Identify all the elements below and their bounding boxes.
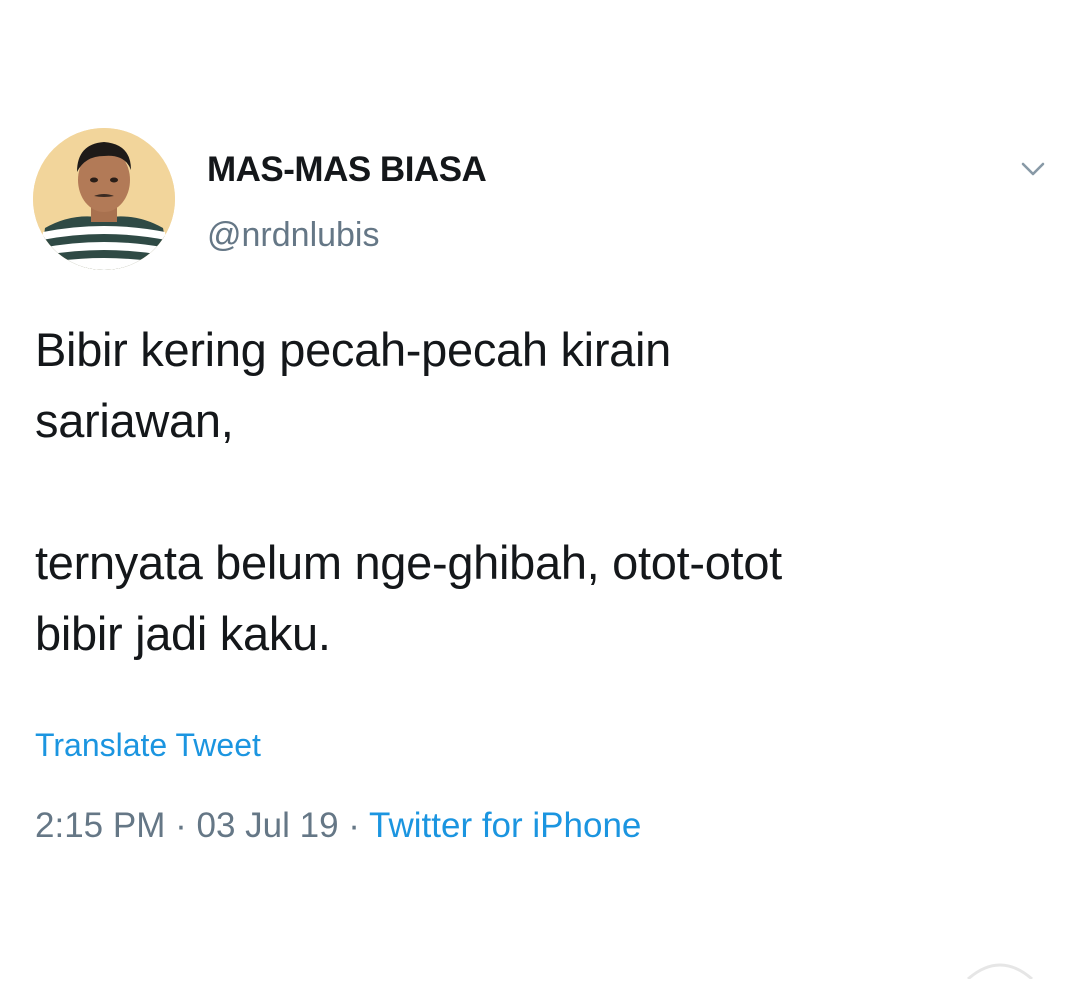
watermark-shape [960, 955, 1040, 981]
tweet-text-line: Bibir kering pecah-pecah kirain [35, 323, 671, 376]
tweet-time[interactable]: 2:15 PM [35, 806, 165, 845]
chevron-down-icon[interactable] [1018, 154, 1048, 184]
tweet-text-line: bibir jadi kaku. [35, 607, 331, 660]
tweet-card: MAS-MAS BIASA @nrdnlubis Bibir kering pe… [0, 0, 1080, 981]
separator-dot: · [175, 806, 187, 845]
user-handle[interactable]: @nrdnlubis [207, 216, 380, 255]
tweet-text: Bibir kering pecah-pecah kirain sariawan… [35, 314, 1065, 669]
tweet-metadata: 2:15 PM · 03 Jul 19 · Twitter for iPhone [35, 806, 641, 846]
avatar-photo [33, 128, 175, 270]
display-name[interactable]: MAS-MAS BIASA [207, 150, 487, 190]
tweet-text-line: ternyata belum nge-ghibah, otot-otot [35, 536, 782, 589]
separator-dot: · [348, 806, 360, 845]
translate-tweet-link[interactable]: Translate Tweet [35, 727, 261, 764]
tweet-source-link[interactable]: Twitter for iPhone [369, 806, 641, 845]
tweet-date[interactable]: 03 Jul 19 [196, 806, 338, 845]
avatar[interactable] [33, 128, 175, 270]
tweet-text-line: sariawan, [35, 394, 234, 447]
